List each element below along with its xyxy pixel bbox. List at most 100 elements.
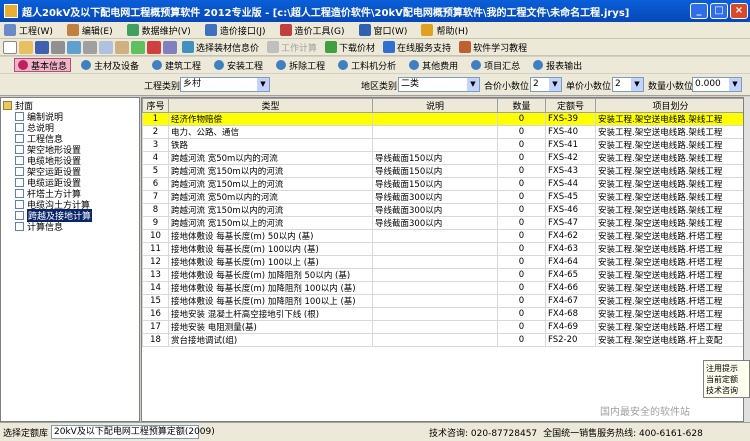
table-cell[interactable]: 接地安装 电阻测量(基) [168,320,373,334]
tree-root[interactable]: 封面 [3,100,137,112]
column-header[interactable]: 说明 [372,98,498,113]
table-cell[interactable]: 接地体敷设 每基长度(m) 50以内 (基) [168,229,373,243]
paste-icon[interactable] [115,40,129,54]
column-header[interactable]: 数量 [497,98,546,113]
unit-decimal-select[interactable]: 2 ▼ [612,77,644,92]
table-cell[interactable] [372,268,498,282]
tutorial-button[interactable]: 软件学习教程 [459,41,527,54]
table-row[interactable]: 12 接地体敷设 每基长度(m) 100以上 (基) 0 FX4-64 安装工程.架空送… [142,255,743,269]
table-cell[interactable]: 安装工程.架空送电线路.架线工程 [595,177,743,191]
delete-row-icon[interactable] [147,40,161,54]
table-row[interactable]: 8 跨越河流 宽150m以内的河流 导线截面300以内 0 FXS-46 安装工程.架空送… [142,203,743,217]
tab-summary[interactable]: 项目汇总 [468,58,523,72]
undo-icon[interactable] [67,40,81,54]
insert-row-icon[interactable] [131,40,145,54]
table-cell[interactable] [372,229,498,243]
table-cell[interactable]: 接地体敷设 每基长度(m) 100以上 (基) [168,255,373,269]
print-icon[interactable] [51,40,65,54]
table-cell[interactable]: 跨越河流 宽150m以上的河流 [168,177,373,191]
table-cell[interactable]: 16 [142,307,169,321]
table-cell[interactable]: FXS-46 [545,203,596,217]
table-row[interactable]: 17 接地安装 电阻测量(基) 0 FX4-69 安装工程.架空送电线路.杆塔工程 [142,320,743,334]
table-cell[interactable] [372,112,498,126]
tree-item[interactable]: 跨越及接地计算 [3,209,137,222]
total-decimal-select[interactable]: 2 ▼ [530,77,562,92]
cut-icon[interactable] [83,40,97,54]
table-cell[interactable]: FXS-39 [545,112,596,126]
table-cell[interactable]: 安装工程.架空送电线路.架线工程 [595,190,743,204]
table-cell[interactable] [372,307,498,321]
table-cell[interactable]: 18 [142,333,169,347]
download-material-button[interactable]: 下载价材 [325,41,375,54]
table-cell[interactable]: FX4-62 [545,229,596,243]
table-cell[interactable]: 安装工程.架空送电线路.架线工程 [595,112,743,126]
table-cell[interactable]: 8 [142,203,169,217]
table-cell[interactable]: 赏台接地调试(组) [168,333,373,347]
table-cell[interactable]: 跨越河流 宽150m以上的河流 [168,216,373,230]
table-cell[interactable]: 14 [142,281,169,295]
project-type-select[interactable]: 乡村 ▼ [180,77,270,92]
table-row[interactable]: 1 经济作物赔偿 0 FXS-39 安装工程.架空送电线路.架线工程 [142,112,743,126]
table-cell[interactable]: 安装工程.架空送电线路.杆塔工程 [595,281,743,295]
table-row[interactable]: 11 接地体敷设 每基长度(m) 100以内 (基) 0 FX4-63 安装工程.架空送… [142,242,743,256]
table-cell[interactable]: 12 [142,255,169,269]
tab-basic-info[interactable]: 基本信息 [14,58,72,72]
table-cell[interactable]: FXS-40 [545,125,596,139]
table-row[interactable]: 16 接地安装 混凝土杆高空接地引下线 (根) 0 FX4-68 安装工程.架空送电线路… [142,307,743,321]
region-select[interactable]: 二类 ▼ [398,77,480,92]
table-cell[interactable]: 导线截面150以内 [372,151,498,165]
menu-window[interactable]: 窗口(W) [358,24,407,37]
table-cell[interactable]: 15 [142,294,169,308]
tab-building[interactable]: 建筑工程 [149,58,204,72]
table-row[interactable]: 3 铁路 0 FXS-41 安装工程.架空送电线路.架线工程 [142,138,743,152]
calc-button[interactable]: 工作计算 [267,41,317,54]
table-cell[interactable]: FXS-42 [545,151,596,165]
table-cell[interactable]: 安装工程.架空送电线路.架线工程 [595,164,743,178]
tab-labor-analysis[interactable]: 工料机分析 [335,58,399,72]
table-cell[interactable] [372,320,498,334]
menu-interface[interactable]: 造价接口(J) [204,24,266,37]
table-cell[interactable] [372,333,498,347]
table-cell[interactable]: 接地体敷设 每基长度(m) 100以内 (基) [168,242,373,256]
table-cell[interactable]: 3 [142,138,169,152]
table-cell[interactable]: FXS-45 [545,190,596,204]
tab-other-fees[interactable]: 其他费用 [406,58,461,72]
table-row[interactable]: 2 电力、公路、通信 0 FXS-40 安装工程.架空送电线路.架线工程 [142,125,743,139]
table-cell[interactable]: FX4-66 [545,281,596,295]
table-cell[interactable]: 1 [142,112,169,126]
table-cell[interactable]: FX4-63 [545,242,596,256]
table-row[interactable]: 18 赏台接地调试(组) 0 FS2-20 安装工程.架空送电线路.杆上变配 [142,333,743,347]
table-cell[interactable]: 导线截面300以内 [372,203,498,217]
table-cell[interactable] [372,138,498,152]
table-cell[interactable]: 安装工程.架空送电线路.杆塔工程 [595,307,743,321]
table-cell[interactable]: FXS-44 [545,177,596,191]
close-button[interactable]: × [730,3,748,19]
table-cell[interactable]: 0 [497,268,546,282]
table-row[interactable]: 9 跨越河流 宽150m以上的河流 导线截面300以内 0 FXS-47 安装工程.架空送… [142,216,743,230]
tab-main-material[interactable]: 主材及设备 [78,58,142,72]
table-cell[interactable]: 跨越河流 宽150m以内的河流 [168,203,373,217]
table-cell[interactable]: 安装工程.架空送电线路.杆塔工程 [595,229,743,243]
table-cell[interactable]: FXS-47 [545,216,596,230]
table-cell[interactable]: 导线截面300以内 [372,190,498,204]
table-cell[interactable] [372,255,498,269]
table-cell[interactable]: 5 [142,164,169,178]
table-row[interactable]: 7 跨越河流 宽50m以内的河流 导线截面300以内 0 FXS-45 安装工程.架空送电… [142,190,743,204]
table-cell[interactable]: FX4-67 [545,294,596,308]
table-cell[interactable]: 安装工程.架空送电线路.杆塔工程 [595,320,743,334]
table-cell[interactable]: 6 [142,177,169,191]
format-icon[interactable] [163,40,177,54]
table-cell[interactable]: 0 [497,177,546,191]
table-cell[interactable]: 安装工程.架空送电线路.架线工程 [595,138,743,152]
table-row[interactable]: 10 接地体敷设 每基长度(m) 50以内 (基) 0 FX4-62 安装工程.架空送电… [142,229,743,243]
table-cell[interactable]: 0 [497,138,546,152]
online-support-button[interactable]: 在线服务支持 [383,41,451,54]
menu-help[interactable]: 帮助(H) [421,24,468,37]
table-cell[interactable]: FS2-20 [545,333,596,347]
table-cell[interactable]: 11 [142,242,169,256]
table-cell[interactable]: 4 [142,151,169,165]
menu-tools[interactable]: 造价工具(G) [279,24,345,37]
table-cell[interactable]: 0 [497,242,546,256]
table-cell[interactable]: 0 [497,333,546,347]
table-cell[interactable]: 安装工程.架空送电线路.杆塔工程 [595,294,743,308]
